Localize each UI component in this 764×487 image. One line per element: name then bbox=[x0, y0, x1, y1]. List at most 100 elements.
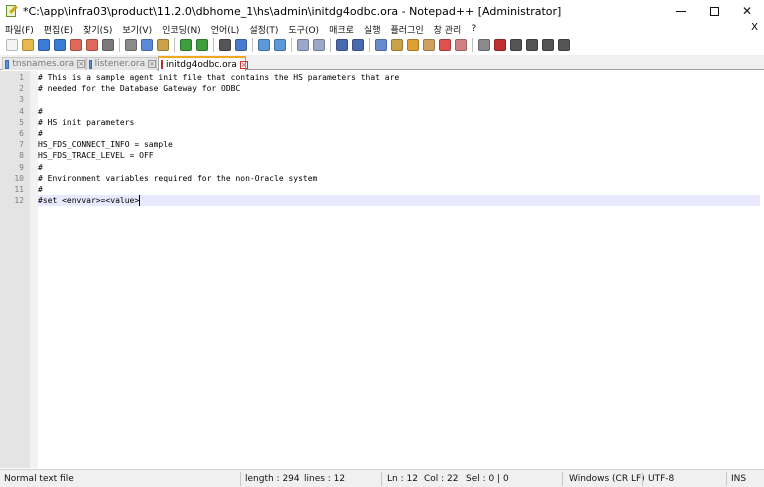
function-list-icon bbox=[407, 39, 419, 51]
code-line[interactable]: 1 # This is a sample agent init file that… bbox=[0, 72, 764, 83]
zoom-in-button[interactable] bbox=[256, 37, 272, 53]
code-line[interactable]: 5 # HS init parameters bbox=[0, 117, 764, 128]
new-file-icon bbox=[6, 39, 18, 51]
sync-horizontal-button[interactable] bbox=[311, 37, 327, 53]
close-document-button[interactable]: X bbox=[751, 22, 758, 33]
menu-run[interactable]: 실행 bbox=[359, 23, 386, 36]
redo-icon bbox=[196, 39, 208, 51]
line-text: # bbox=[38, 162, 43, 172]
menu-edit[interactable]: 편집(E) bbox=[39, 23, 78, 36]
tab-tnsnames[interactable]: tnsnames.ora × bbox=[2, 57, 86, 70]
sync-vertical-button[interactable] bbox=[295, 37, 311, 53]
tab-label: tnsnames.ora bbox=[12, 59, 75, 69]
save-all-button[interactable] bbox=[52, 37, 68, 53]
stop-macro-button[interactable] bbox=[492, 37, 508, 53]
menu-help[interactable]: ? bbox=[466, 24, 481, 34]
document-map-button[interactable] bbox=[437, 37, 453, 53]
show-all-chars-button[interactable] bbox=[350, 37, 366, 53]
folder-workspace-button[interactable] bbox=[421, 37, 437, 53]
show-all-chars-icon bbox=[352, 39, 364, 51]
close-window-button[interactable]: ✕ bbox=[730, 0, 764, 22]
status-divider bbox=[642, 472, 643, 486]
new-file-button[interactable] bbox=[4, 37, 20, 53]
open-file-icon bbox=[22, 39, 34, 51]
status-eol: Windows (CR LF) bbox=[569, 474, 645, 484]
indent-guide-button[interactable] bbox=[373, 37, 389, 53]
code-line[interactable]: 2 # needed for the Database Gateway for O… bbox=[0, 83, 764, 94]
tab-close-icon[interactable]: × bbox=[239, 60, 248, 69]
spell-check-button[interactable] bbox=[556, 37, 572, 53]
line-text: #set <envvar>=<value> bbox=[38, 196, 140, 206]
print-icon bbox=[102, 39, 114, 51]
maximize-icon bbox=[709, 6, 719, 16]
line-text: # bbox=[38, 128, 43, 138]
record-macro-button[interactable] bbox=[476, 37, 492, 53]
editor[interactable]: 1 # This is a sample agent init file that… bbox=[0, 71, 764, 468]
code-line[interactable]: 9 # bbox=[0, 162, 764, 173]
menu-macro[interactable]: 매크로 bbox=[324, 23, 359, 36]
word-wrap-button[interactable] bbox=[334, 37, 350, 53]
zoom-out-button[interactable] bbox=[272, 37, 288, 53]
menu-search[interactable]: 찾기(S) bbox=[78, 23, 117, 36]
open-file-button[interactable] bbox=[20, 37, 36, 53]
code-line[interactable]: 4 # bbox=[0, 106, 764, 117]
toolbar-separator bbox=[330, 38, 331, 52]
print-button[interactable] bbox=[100, 37, 116, 53]
sync-horizontal-icon bbox=[313, 39, 325, 51]
save-macro-button[interactable] bbox=[540, 37, 556, 53]
line-text: # HS init parameters bbox=[38, 117, 135, 127]
close-button[interactable] bbox=[68, 37, 84, 53]
tab-close-icon[interactable]: × bbox=[77, 60, 85, 68]
run-macro-button[interactable] bbox=[524, 37, 540, 53]
minimize-button[interactable] bbox=[664, 0, 698, 22]
code-line[interactable]: 8 HS_FDS_TRACE_LEVEL = OFF bbox=[0, 150, 764, 161]
menu-encoding[interactable]: 인코딩(N) bbox=[157, 23, 206, 36]
find-icon bbox=[219, 39, 231, 51]
code-line[interactable]: 6 # bbox=[0, 128, 764, 139]
toolbar-separator bbox=[213, 38, 214, 52]
undo-button[interactable] bbox=[178, 37, 194, 53]
code-line[interactable]: 11 # bbox=[0, 184, 764, 195]
monitor-button[interactable] bbox=[453, 37, 469, 53]
code-line[interactable]: 3 bbox=[0, 94, 764, 105]
window-title: *C:\app\infra03\product\11.2.0\dbhome_1\… bbox=[23, 4, 562, 18]
menu-language[interactable]: 언어(L) bbox=[206, 23, 245, 36]
paste-button[interactable] bbox=[155, 37, 171, 53]
tab-initdg4odbc[interactable]: initdg4odbc.ora × bbox=[158, 56, 248, 71]
play-macro-button[interactable] bbox=[508, 37, 524, 53]
line-number: 6 bbox=[19, 128, 24, 138]
line-number: 1 bbox=[19, 73, 24, 82]
redo-button[interactable] bbox=[194, 37, 210, 53]
code-line[interactable]: 7 HS_FDS_CONNECT_INFO = sample bbox=[0, 139, 764, 150]
menu-plugins[interactable]: 플러그인 bbox=[385, 23, 428, 36]
save-button[interactable] bbox=[36, 37, 52, 53]
menu-file[interactable]: 파일(F) bbox=[0, 23, 39, 36]
menu-view[interactable]: 보기(V) bbox=[117, 23, 157, 36]
file-icon bbox=[89, 59, 92, 69]
status-divider bbox=[240, 472, 241, 486]
tab-close-icon[interactable]: × bbox=[148, 60, 156, 68]
status-divider bbox=[562, 472, 563, 486]
menu-tools[interactable]: 도구(O) bbox=[283, 23, 324, 36]
copy-button[interactable] bbox=[139, 37, 155, 53]
status-divider bbox=[381, 472, 382, 486]
cut-button[interactable] bbox=[123, 37, 139, 53]
maximize-button[interactable] bbox=[697, 0, 731, 22]
copy-icon bbox=[141, 39, 153, 51]
function-list-button[interactable] bbox=[405, 37, 421, 53]
menu-window[interactable]: 창 관리 bbox=[429, 23, 467, 36]
code-line[interactable]: 12 #set <envvar>=<value> bbox=[0, 195, 764, 207]
save-all-icon bbox=[54, 39, 66, 51]
menu-settings[interactable]: 설정(T) bbox=[244, 23, 283, 36]
replace-button[interactable] bbox=[233, 37, 249, 53]
toolbar-separator bbox=[119, 38, 120, 52]
close-all-button[interactable] bbox=[84, 37, 100, 53]
code-line[interactable]: 10 # Environment variables required for t… bbox=[0, 173, 764, 184]
title-bar: *C:\app\infra03\product\11.2.0\dbhome_1\… bbox=[0, 0, 764, 22]
find-button[interactable] bbox=[217, 37, 233, 53]
text-caret bbox=[139, 195, 141, 207]
tab-listener[interactable]: listener.ora × bbox=[86, 57, 157, 70]
language-button[interactable] bbox=[389, 37, 405, 53]
status-col: Col : 22 bbox=[424, 474, 459, 484]
toolbar-separator bbox=[174, 38, 175, 52]
